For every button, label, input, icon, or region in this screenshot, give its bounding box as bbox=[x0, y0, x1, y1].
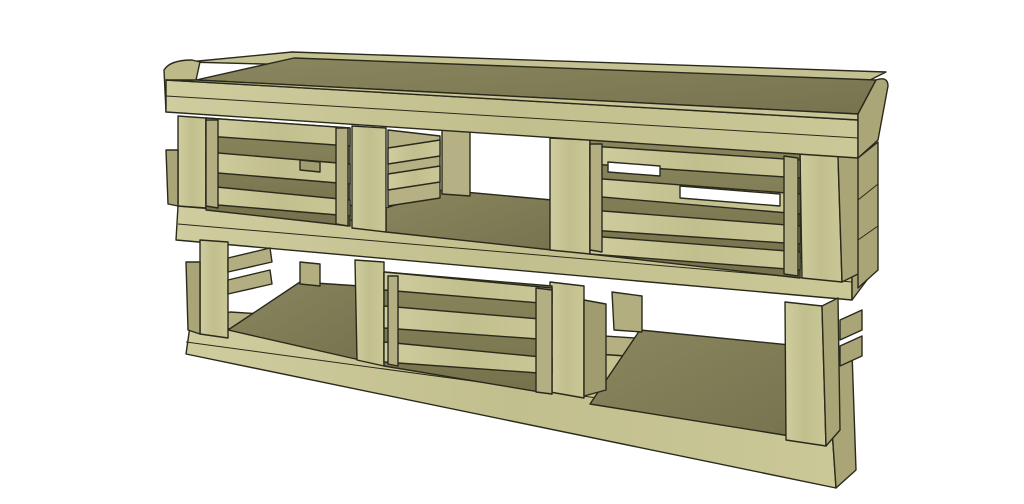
upper-left-crate bbox=[205, 117, 351, 227]
lower-left-side-slats bbox=[227, 247, 273, 295]
furniture-drawing bbox=[0, 0, 1024, 504]
upper-right-crate bbox=[589, 139, 801, 279]
table-illustration bbox=[163, 51, 889, 489]
right-edge-boards bbox=[857, 141, 879, 289]
